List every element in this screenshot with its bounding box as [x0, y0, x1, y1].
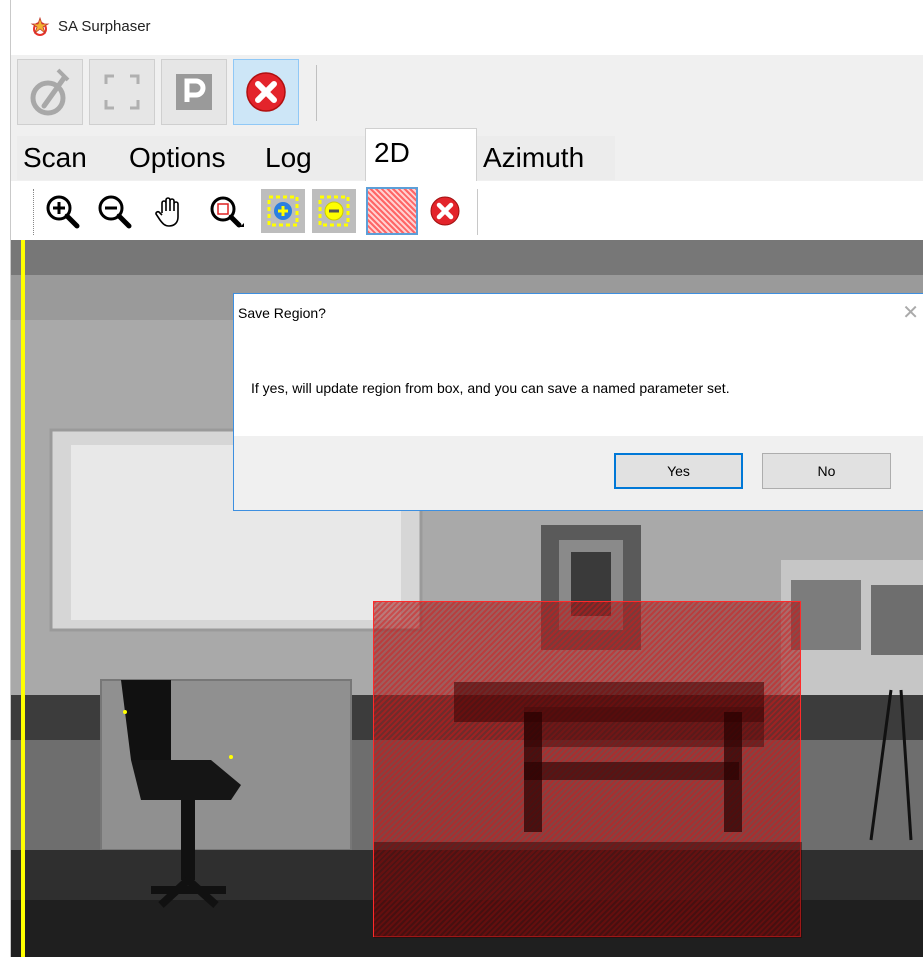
main-toolbar: [11, 55, 923, 128]
table-silhouette: [374, 682, 802, 938]
stop-button[interactable]: [233, 59, 299, 125]
save-region-dialog: Save Region? ✕ If yes, will update regio…: [233, 293, 923, 511]
zoom-in-button[interactable]: [40, 189, 84, 233]
zoom-out-button[interactable]: [92, 189, 136, 233]
parking-icon: [176, 74, 212, 110]
zoom-in-icon: [46, 195, 80, 229]
clear-icon: [430, 196, 460, 226]
view-toolbar: [11, 181, 923, 240]
window-title: SA Surphaser: [58, 18, 151, 35]
fullscreen-button[interactable]: [89, 59, 155, 125]
dialog-title: Save Region?: [238, 305, 326, 321]
scan-icon: [30, 68, 70, 116]
park-button[interactable]: [161, 59, 227, 125]
remove-region-icon: [318, 195, 350, 227]
no-button[interactable]: No: [762, 453, 891, 489]
pan-button[interactable]: [148, 189, 192, 233]
tab-scan[interactable]: Scan: [17, 136, 123, 180]
fullscreen-icon: [104, 74, 140, 110]
clear-region-button[interactable]: [423, 189, 467, 233]
close-icon[interactable]: ✕: [902, 300, 919, 325]
toolbar-grip: [33, 189, 36, 235]
tab-log[interactable]: Log: [259, 136, 365, 180]
zoom-out-icon: [98, 195, 132, 229]
application-window: SA Surphaser Scan Options Log 2D Azimuth…: [10, 0, 923, 957]
add-region-icon: [267, 195, 299, 227]
dialog-footer: Yes No: [234, 436, 923, 510]
zoom-box-button[interactable]: [204, 189, 248, 233]
region-hatch-button[interactable]: [366, 187, 418, 235]
stop-icon: [246, 72, 286, 112]
selection-region[interactable]: [373, 601, 802, 938]
app-logo-icon: [30, 16, 50, 36]
dialog-message: If yes, will update region from box, and…: [251, 380, 730, 396]
view-toolbar-separator: [477, 189, 478, 235]
region-marker-line: [21, 240, 25, 957]
title-bar: SA Surphaser: [11, 0, 923, 55]
yes-button[interactable]: Yes: [614, 453, 743, 489]
toolbar-separator: [316, 65, 317, 121]
tab-2d[interactable]: 2D: [365, 128, 477, 181]
add-region-button[interactable]: [261, 189, 305, 233]
remove-region-button[interactable]: [312, 189, 356, 233]
tab-azimuth[interactable]: Azimuth: [477, 136, 615, 180]
tab-options[interactable]: Options: [123, 136, 259, 180]
pan-hand-icon: [155, 197, 179, 227]
scan-button[interactable]: [17, 59, 83, 125]
tab-strip: Scan Options Log 2D Azimuth: [11, 128, 923, 182]
zoom-box-icon: [210, 196, 244, 228]
